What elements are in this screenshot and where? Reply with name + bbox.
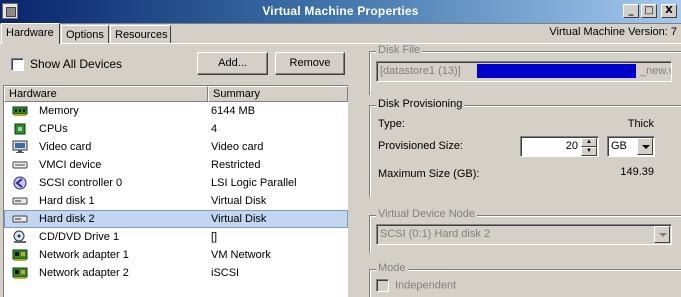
hardware-name: Network adapter 1	[39, 249, 129, 261]
hardware-summary: Restricted	[211, 159, 261, 171]
disk-file-prefix: [datastore1 (13)]	[380, 65, 461, 77]
hardware-list[interactable]: Hardware Summary Memory 6144 MB CPUs 4 V…	[3, 85, 348, 297]
hardware-summary: Virtual Disk	[211, 195, 267, 207]
maximum-size-label: Maximum Size (GB):	[378, 168, 480, 180]
add-button[interactable]: Add...	[197, 52, 268, 75]
network-adapter-icon	[12, 249, 28, 261]
hardware-summary: 6144 MB	[211, 105, 256, 117]
redaction-bar	[477, 64, 636, 78]
hardware-summary: iSCSI	[211, 267, 240, 279]
tab-divider	[0, 43, 681, 44]
virtual-device-node-title: Virtual Device Node	[376, 208, 478, 220]
size-unit-value: GB	[611, 140, 627, 152]
chevron-down-icon	[654, 226, 670, 243]
memory-icon	[12, 106, 28, 116]
provisioned-size-label: Provisioned Size:	[378, 140, 463, 152]
type-value: Thick	[627, 118, 654, 130]
hardware-row-network-adapter-2[interactable]: Network adapter 2 iSCSI	[4, 264, 348, 282]
hardware-row-cpus[interactable]: CPUs 4	[4, 120, 348, 138]
checkbox-box	[376, 279, 389, 292]
type-label: Type:	[378, 118, 405, 130]
hardware-row-scsi-controller[interactable]: SCSI controller 0 LSI Logic Parallel	[4, 174, 348, 192]
remove-button[interactable]: Remove	[275, 52, 345, 75]
hardware-name: CD/DVD Drive 1	[39, 231, 120, 243]
hardware-list-header: Hardware Summary	[4, 86, 348, 102]
hardware-name: Memory	[39, 105, 79, 117]
hardware-summary: []	[211, 231, 218, 243]
hard-disk-icon	[12, 197, 28, 205]
hardware-row-memory[interactable]: Memory 6144 MB	[4, 102, 348, 120]
independent-checkbox: Independent	[376, 279, 456, 292]
window-title: Virtual Machine Properties	[262, 4, 419, 18]
disk-file-group: Disk File [datastore1 (13)] _new.v	[369, 44, 681, 95]
hardware-summary: Video card	[211, 141, 264, 153]
hardware-name: Network adapter 2	[39, 267, 129, 279]
hardware-summary: LSI Logic Parallel	[211, 177, 297, 189]
virtual-device-node-group: Virtual Device Node SCSI (0:1) Hard disk…	[369, 208, 681, 253]
chevron-down-icon[interactable]	[637, 138, 653, 155]
maximum-size-value: 149.39	[620, 166, 654, 178]
hardware-name: Hard disk 1	[39, 195, 95, 207]
monitor-icon	[12, 140, 28, 153]
checkbox-box[interactable]	[11, 58, 24, 72]
disk-file-title: Disk File	[376, 44, 423, 56]
title-bar: Virtual Machine Properties _ □ X	[0, 0, 681, 24]
hardware-summary: VM Network	[211, 249, 271, 261]
vmci-device-icon	[12, 161, 28, 169]
show-all-devices-label: Show All Devices	[30, 57, 123, 71]
vm-version-label: Virtual Machine Version: 7	[549, 26, 677, 38]
disk-file-field: [datastore1 (13)] _new.v	[376, 61, 672, 82]
hardware-name: CPUs	[39, 123, 68, 135]
network-adapter-icon	[12, 267, 28, 279]
hardware-name: Video card	[39, 141, 92, 153]
maximize-button[interactable]: □	[641, 4, 657, 18]
virtual-device-node-select: SCSI (0:1) Hard disk 2	[376, 224, 672, 245]
hardware-name: Hard disk 2	[39, 213, 95, 225]
column-header-summary[interactable]: Summary	[208, 86, 348, 102]
hardware-row-cd-dvd-drive[interactable]: CD/DVD Drive 1 []	[4, 228, 348, 246]
hardware-name: SCSI controller 0	[39, 177, 123, 189]
hardware-summary: Virtual Disk	[211, 213, 267, 225]
independent-label: Independent	[395, 279, 457, 292]
scsi-controller-icon	[13, 176, 27, 190]
tab-hardware[interactable]: Hardware	[1, 23, 60, 44]
spin-up-arrow-icon[interactable]: ▲	[581, 138, 597, 147]
tab-resources[interactable]: Resources	[110, 25, 171, 43]
hardware-summary: 4	[211, 123, 218, 135]
hardware-name: VMCI device	[39, 159, 102, 171]
hardware-row-network-adapter-1[interactable]: Network adapter 1 VM Network	[4, 246, 348, 264]
hardware-row-hard-disk-2[interactable]: Hard disk 2 Virtual Disk	[4, 210, 348, 228]
provisioned-size-value[interactable]: 20	[566, 140, 578, 152]
cpu-icon	[14, 123, 26, 135]
hardware-row-vmci-device[interactable]: VMCI device Restricted	[4, 156, 348, 174]
column-header-hardware[interactable]: Hardware	[4, 86, 208, 102]
size-unit-select[interactable]: GB	[607, 136, 655, 157]
hard-disk-icon	[12, 215, 28, 223]
disk-provisioning-title: Disk Provisioning	[376, 98, 465, 110]
cd-dvd-icon	[13, 230, 26, 243]
mode-group: Mode Independent	[369, 262, 681, 297]
disk-file-suffix: _new.v	[640, 65, 672, 77]
hardware-row-video-card[interactable]: Video card Video card	[4, 138, 348, 156]
virtual-device-node-value: SCSI (0:1) Hard disk 2	[380, 228, 491, 240]
minimize-button[interactable]: _	[623, 4, 639, 18]
hardware-row-hard-disk-1[interactable]: Hard disk 1 Virtual Disk	[4, 192, 348, 210]
close-button[interactable]: X	[661, 4, 677, 18]
mode-title: Mode	[376, 262, 408, 274]
spin-down-arrow-icon[interactable]: ▼	[581, 147, 597, 156]
provisioned-size-spinner[interactable]: 20 ▲ ▼	[520, 136, 599, 157]
show-all-devices-checkbox[interactable]: Show All Devices	[11, 57, 123, 72]
disk-provisioning-group: Disk Provisioning Type: Thick Provisione…	[369, 98, 681, 197]
tab-options[interactable]: Options	[61, 25, 109, 43]
